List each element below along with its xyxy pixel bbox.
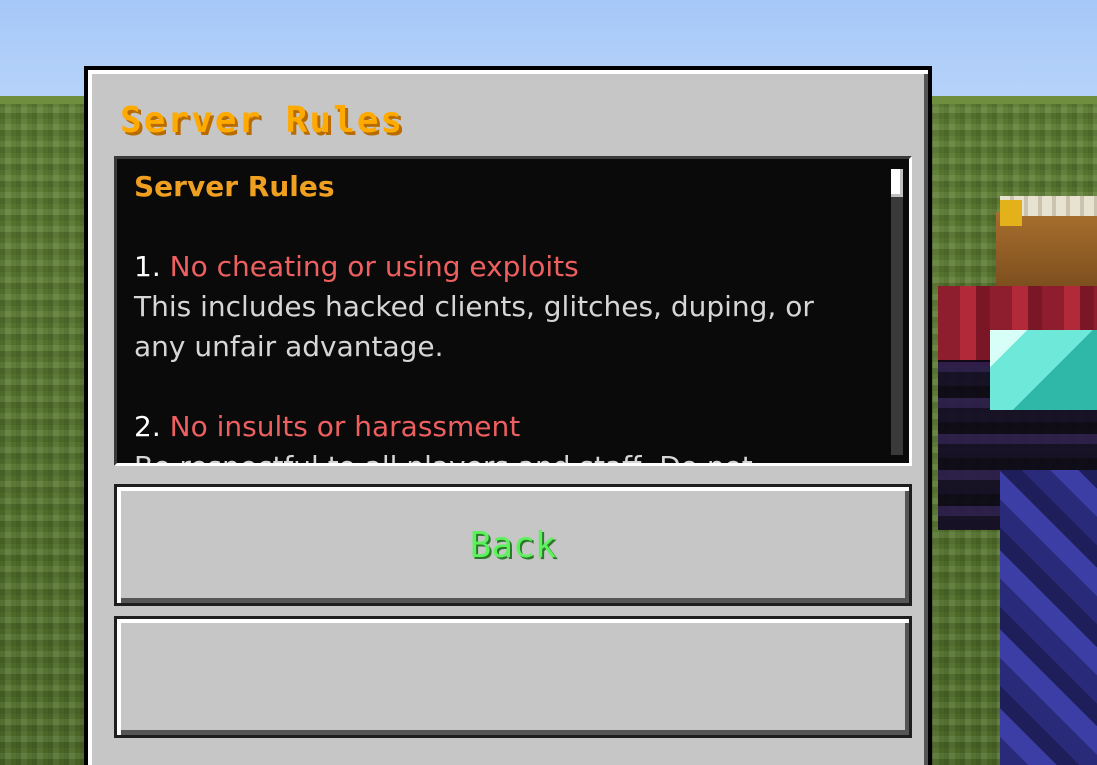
back-button-label: Back	[469, 524, 557, 566]
rule-number: 1.	[134, 250, 161, 283]
rules-heading: Server Rules	[134, 170, 335, 203]
rule-description: Be respectful to all players and staff. …	[134, 447, 874, 463]
dialog-title: Server Rules	[120, 100, 405, 141]
rule-item: 1. No cheating or using exploits	[134, 247, 874, 287]
rule-description: any unfair advantage.	[134, 330, 444, 363]
rule-item: 2. No insults or harassment	[134, 407, 874, 447]
player-arm	[1000, 470, 1097, 765]
rule-description: This includes hacked clients, glitches, …	[134, 290, 814, 323]
back-button[interactable]: Back	[114, 484, 912, 606]
scrollbar-track[interactable]	[891, 169, 903, 455]
rule-title: No cheating or using exploits	[169, 250, 579, 283]
diamond-corner	[990, 330, 1097, 410]
secondary-button[interactable]	[114, 616, 912, 738]
rule-number: 2.	[134, 410, 161, 443]
rules-scroll-area[interactable]: Server Rules 1. No cheating or using exp…	[114, 156, 912, 466]
server-rules-dialog: Server Rules Server Rules 1. No cheating…	[84, 66, 932, 765]
rules-content: Server Rules 1. No cheating or using exp…	[134, 167, 874, 463]
rule-title: No insults or harassment	[169, 410, 521, 443]
book-clasp	[1000, 200, 1022, 226]
scrollbar-thumb[interactable]	[891, 169, 903, 197]
